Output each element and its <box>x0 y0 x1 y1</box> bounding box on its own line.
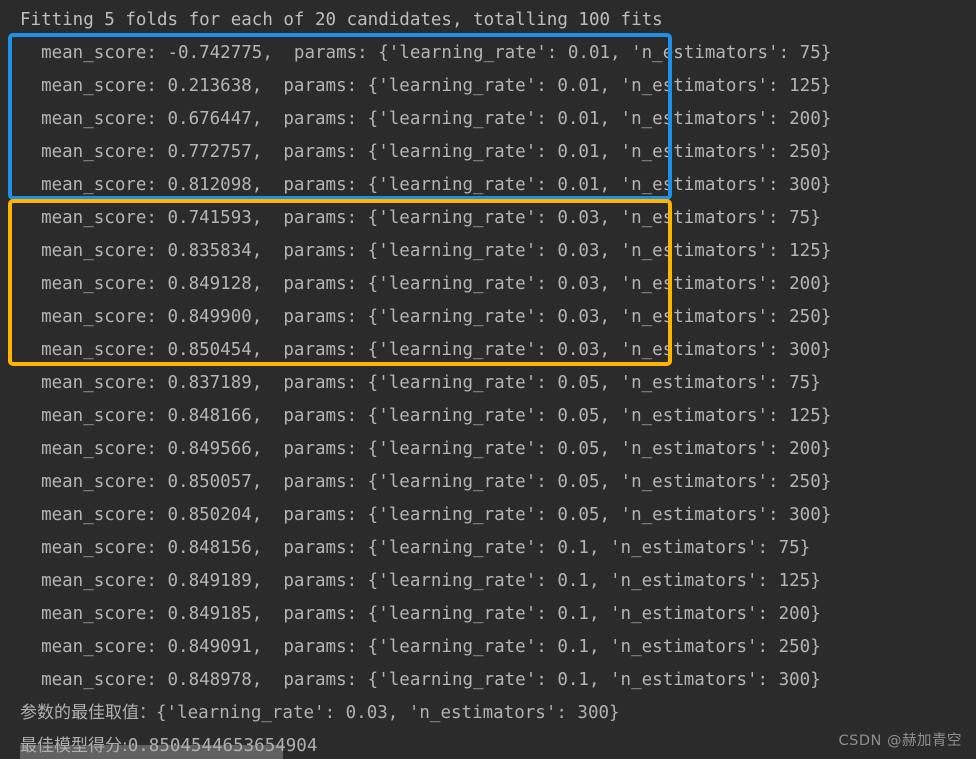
console-line-result: mean_score: 0.849566, params: {'learning… <box>20 439 832 459</box>
best-params-line: 参数的最佳取值：{'learning_rate': 0.03, 'n_estim… <box>0 697 976 730</box>
terminal-output-screenshot: Fitting 5 folds for each of 20 candidate… <box>0 0 976 759</box>
console-line-header: Fitting 5 folds for each of 20 candidate… <box>20 10 663 30</box>
console-line-result: mean_score: 0.848978, params: {'learning… <box>20 670 821 690</box>
console-line-result: mean_score: 0.850057, params: {'learning… <box>20 472 832 492</box>
console-line-result: mean_score: 0.850204, params: {'learning… <box>20 505 832 525</box>
best-params-value: {'learning_rate': 0.03, 'n_estimators': … <box>156 703 620 723</box>
console-line-result: mean_score: 0.772757, params: {'learning… <box>20 142 832 162</box>
best-params-label: 参数的最佳取值： <box>20 703 156 723</box>
console-output: Fitting 5 folds for each of 20 candidate… <box>0 0 976 759</box>
console-line-result: mean_score: 0.849128, params: {'learning… <box>20 274 832 294</box>
console-line-result: mean_score: 0.741593, params: {'learning… <box>20 208 821 228</box>
console-line-result: mean_score: 0.850454, params: {'learning… <box>20 340 832 360</box>
console-line-result: mean_score: 0.848166, params: {'learning… <box>20 406 832 426</box>
best-score-value: 0.8504544653654904 <box>127 736 318 756</box>
console-line-result: mean_score: 0.812098, params: {'learning… <box>20 175 832 195</box>
console-line-result: mean_score: 0.835834, params: {'learning… <box>20 241 832 261</box>
best-score-label: 最佳模型得分: <box>20 736 128 756</box>
console-line-result: mean_score: 0.213638, params: {'learning… <box>20 76 832 96</box>
console-line-result: mean_score: 0.849189, params: {'learning… <box>20 571 821 591</box>
console-line-result: mean_score: 0.849900, params: {'learning… <box>20 307 832 327</box>
best-score-line: 最佳模型得分:0.8504544653654904 <box>0 730 976 759</box>
csdn-watermark: CSDN @赫加青空 <box>838 733 962 749</box>
console-line-result: mean_score: 0.848156, params: {'learning… <box>20 538 811 558</box>
console-line-result: mean_score: 0.676447, params: {'learning… <box>20 109 832 129</box>
console-line-result: mean_score: -0.742775, params: {'learnin… <box>20 43 832 63</box>
console-line-result: mean_score: 0.849091, params: {'learning… <box>20 637 821 657</box>
console-line-result: mean_score: 0.849185, params: {'learning… <box>20 604 821 624</box>
console-line-result: mean_score: 0.837189, params: {'learning… <box>20 373 821 393</box>
